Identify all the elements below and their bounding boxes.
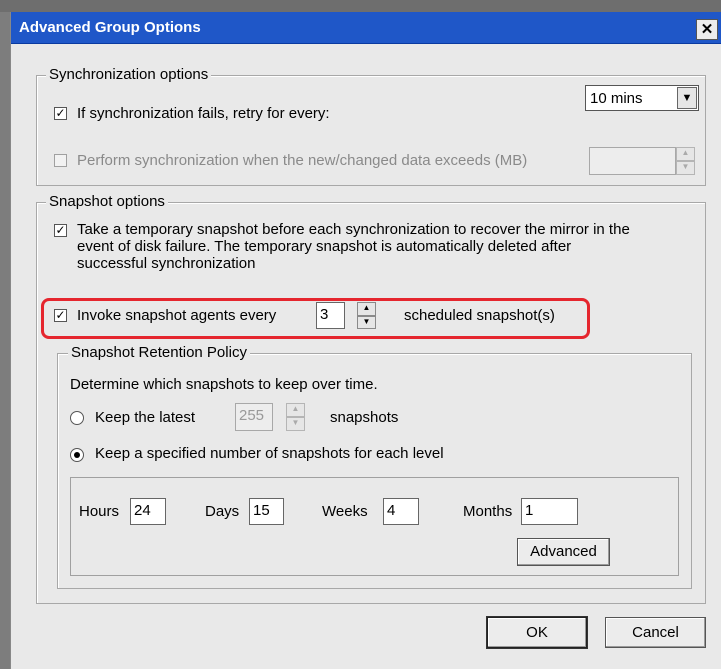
days-label: Days bbox=[205, 503, 240, 520]
close-button[interactable]: ✕ bbox=[696, 19, 718, 40]
checkmark-icon: ✓ bbox=[55, 106, 66, 120]
spin-up-icon[interactable]: ▲ bbox=[286, 403, 305, 417]
spin-down-icon[interactable]: ▼ bbox=[357, 315, 376, 329]
temporary-snapshot-label-line3: successful synchronization bbox=[77, 255, 256, 272]
snapshot-retention-policy-group: Snapshot Retention Policy Determine whic… bbox=[57, 344, 692, 589]
keep-latest-radio[interactable] bbox=[70, 411, 84, 425]
days-input[interactable]: 15 bbox=[249, 498, 284, 525]
level-counts-box: Hours 24 Days 15 Weeks 4 Months 1 Advanc… bbox=[70, 477, 679, 576]
retry-interval-select[interactable]: 10 mins ▼ bbox=[585, 85, 699, 111]
cancel-button[interactable]: Cancel bbox=[605, 617, 706, 648]
close-icon: ✕ bbox=[700, 21, 714, 38]
threshold-input[interactable] bbox=[589, 147, 676, 175]
retry-label: If synchronization fails, retry for ever… bbox=[77, 105, 330, 122]
ok-button[interactable]: OK bbox=[487, 617, 587, 648]
keep-latest-suffix: snapshots bbox=[330, 409, 399, 426]
retry-interval-value: 10 mins bbox=[590, 90, 643, 107]
temporary-snapshot-label-line2: event of disk failure. The temporary sna… bbox=[77, 238, 572, 255]
advanced-group-options-dialog: Advanced Group Options ✕ Synchronization… bbox=[10, 12, 721, 669]
snapshot-options-legend: Snapshot options bbox=[46, 193, 168, 210]
threshold-checkbox[interactable] bbox=[54, 154, 67, 167]
keep-per-level-label: Keep a specified number of snapshots for… bbox=[95, 445, 444, 462]
snapshot-options-group: Snapshot options ✓ Take a temporary snap… bbox=[36, 193, 706, 604]
keep-per-level-radio[interactable] bbox=[70, 448, 84, 462]
threshold-spinner: ▲ ▼ bbox=[676, 147, 695, 175]
threshold-label: Perform synchronization when the new/cha… bbox=[77, 152, 528, 169]
months-label: Months bbox=[463, 503, 513, 520]
title-bar: Advanced Group Options ✕ bbox=[11, 12, 721, 44]
retry-checkbox[interactable]: ✓ bbox=[54, 107, 67, 120]
snapshot-retention-policy-legend: Snapshot Retention Policy bbox=[68, 344, 250, 361]
spin-up-icon[interactable]: ▲ bbox=[676, 147, 695, 161]
temporary-snapshot-checkbox[interactable]: ✓ bbox=[54, 224, 67, 237]
invoke-snapshot-agents-label: Invoke snapshot agents every bbox=[77, 307, 277, 324]
months-input[interactable]: 1 bbox=[521, 498, 578, 525]
invoke-snapshot-spinner: ▲ ▼ bbox=[357, 302, 376, 329]
hours-input[interactable]: 24 bbox=[130, 498, 166, 525]
weeks-label: Weeks bbox=[322, 503, 368, 520]
advanced-button[interactable]: Advanced bbox=[517, 538, 610, 566]
spin-down-icon[interactable]: ▼ bbox=[286, 417, 305, 431]
spin-down-icon[interactable]: ▼ bbox=[676, 161, 695, 175]
temporary-snapshot-label-line1: Take a temporary snapshot before each sy… bbox=[77, 221, 630, 238]
keep-latest-count-input[interactable]: 255 bbox=[235, 403, 273, 431]
weeks-input[interactable]: 4 bbox=[383, 498, 419, 525]
dropdown-arrow-icon: ▼ bbox=[677, 87, 697, 109]
synchronization-options-group: Synchronization options ✓ If synchroniza… bbox=[36, 66, 706, 186]
invoke-snapshot-agents-checkbox[interactable]: ✓ bbox=[54, 309, 67, 322]
spin-up-icon[interactable]: ▲ bbox=[357, 302, 376, 316]
checkmark-icon: ✓ bbox=[55, 223, 66, 237]
window-title: Advanced Group Options bbox=[19, 19, 201, 36]
synchronization-options-legend: Synchronization options bbox=[46, 66, 212, 83]
background-window-strip bbox=[0, 0, 721, 12]
keep-latest-spinner: ▲ ▼ bbox=[286, 403, 305, 431]
hours-label: Hours bbox=[79, 503, 120, 520]
checkmark-icon: ✓ bbox=[55, 308, 66, 322]
invoke-snapshot-count-input[interactable]: 3 bbox=[316, 302, 345, 329]
retention-description: Determine which snapshots to keep over t… bbox=[70, 376, 378, 393]
keep-latest-label: Keep the latest bbox=[95, 409, 196, 426]
scheduled-snapshots-label: scheduled snapshot(s) bbox=[404, 307, 555, 324]
radio-selected-dot-icon bbox=[74, 452, 80, 458]
